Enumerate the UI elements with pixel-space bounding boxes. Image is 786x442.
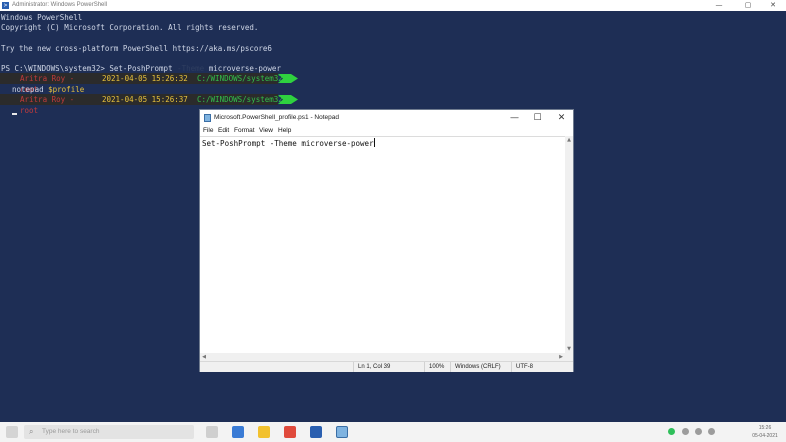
notepad-titlebar[interactable]: Microsoft.PowerShell_profile.ps1 - Notep…	[200, 110, 573, 126]
menu-help[interactable]: Help	[278, 126, 291, 136]
scroll-right-icon[interactable]: ▶	[557, 353, 565, 361]
notepad-status-bar: Ln 1, Col 39 100% Windows (CRLF) UTF-8	[200, 361, 573, 372]
menu-format[interactable]: Format	[234, 126, 255, 136]
taskbar-search[interactable]: ⌕ Type here to search	[24, 425, 194, 439]
notepad-close-button[interactable]: ✕	[550, 110, 573, 126]
powershell-title: Administrator: Windows PowerShell	[12, 2, 108, 8]
powershell-taskbar-icon[interactable]	[310, 426, 322, 438]
tray-network-icon[interactable]	[682, 428, 689, 435]
prompt-arrow-icon	[278, 74, 298, 83]
text-caret	[373, 138, 375, 147]
maximize-button[interactable]: ▢	[737, 0, 759, 11]
file-explorer-icon[interactable]	[258, 426, 270, 438]
tray-language-icon[interactable]	[708, 428, 715, 435]
notepad-minimize-button[interactable]: —	[503, 110, 526, 126]
prompt-user: Aritra Roy - root	[0, 94, 96, 115]
copyright-line: Copyright (C) Microsoft Corporation. All…	[1, 23, 259, 32]
command-arg: microverse-power	[204, 64, 281, 73]
command-prompt: PS C:\WINDOWS\system32> Set-PoshPrompt	[1, 64, 178, 73]
task-view-icon[interactable]	[206, 426, 218, 438]
start-button-icon[interactable]	[6, 426, 18, 438]
scroll-up-icon[interactable]: ▲	[565, 136, 573, 144]
pscore-line: Try the new cross-platform PowerShell ht…	[1, 44, 272, 53]
prompt-path: C:/WINDOWS/system32	[190, 73, 283, 84]
prompt-path: C:/WINDOWS/system32	[190, 94, 283, 105]
status-line-ending: Windows (CRLF)	[450, 362, 511, 372]
menu-file[interactable]: File	[203, 126, 213, 136]
horizontal-scrollbar[interactable]: ◀ ▶	[200, 353, 573, 361]
command-flag: -Theme	[177, 64, 205, 73]
taskbar-clock[interactable]: 15:26 05-04-2021	[748, 424, 782, 440]
minimize-button[interactable]: —	[708, 0, 730, 11]
prompt-date: 2021-04-05 15:26:32	[96, 73, 190, 84]
notepad-title: Microsoft.PowerShell_profile.ps1 - Notep…	[214, 114, 340, 121]
notepad-menubar: File Edit Format View Help	[200, 126, 573, 136]
vertical-scrollbar[interactable]: ▲ ▼	[565, 136, 573, 353]
prompt-line-1: Aritra Roy - root 2021-04-05 15:26:32 C:…	[0, 73, 300, 94]
search-icon: ⌕	[29, 427, 34, 436]
scroll-left-icon[interactable]: ◀	[200, 353, 208, 361]
status-zoom: 100%	[424, 362, 450, 372]
tray-status-icon[interactable]	[668, 428, 675, 435]
terminal-cursor	[12, 113, 17, 115]
menu-view[interactable]: View	[259, 126, 273, 136]
close-button[interactable]: ✕	[762, 0, 784, 11]
tray-volume-icon[interactable]	[695, 428, 702, 435]
prompt-line-2: Aritra Roy - root 2021-04-05 15:26:37 C:…	[0, 94, 300, 115]
search-placeholder: Type here to search	[42, 428, 100, 435]
notepad-content: Set-PoshPrompt -Theme microverse-power	[202, 138, 375, 149]
notepad-content-text: Set-PoshPrompt -Theme microverse-power	[202, 139, 374, 148]
menu-edit[interactable]: Edit	[218, 126, 229, 136]
notepad-taskbar-icon[interactable]	[336, 426, 348, 438]
taskbar: ⌕ Type here to search 15:26 05-04-2021	[0, 422, 786, 442]
clock-time: 15:26	[758, 425, 772, 431]
prompt-user: Aritra Roy - root	[0, 73, 96, 94]
prompt-date: 2021-04-05 15:26:37	[96, 94, 190, 105]
scroll-down-icon[interactable]: ▼	[565, 345, 573, 353]
notepad-icon	[204, 114, 211, 122]
edge-icon[interactable]	[232, 426, 244, 438]
notepad-maximize-button[interactable]: ☐	[526, 110, 549, 126]
powershell-icon: >	[2, 2, 9, 9]
prompt-arrow-icon	[278, 95, 298, 104]
notepad-command: notepad	[12, 85, 44, 94]
notepad-window[interactable]: Microsoft.PowerShell_profile.ps1 - Notep…	[199, 109, 574, 372]
status-encoding: UTF-8	[511, 362, 573, 372]
chrome-icon[interactable]	[284, 426, 296, 438]
clock-date: 05-04-2021	[752, 433, 778, 439]
notepad-command-arg: $profile	[43, 85, 85, 94]
status-position: Ln 1, Col 39	[353, 362, 423, 372]
notepad-text-area[interactable]: Set-PoshPrompt -Theme microverse-power	[200, 136, 573, 354]
powershell-titlebar[interactable]: > Administrator: Windows PowerShell — ▢ …	[0, 0, 786, 11]
